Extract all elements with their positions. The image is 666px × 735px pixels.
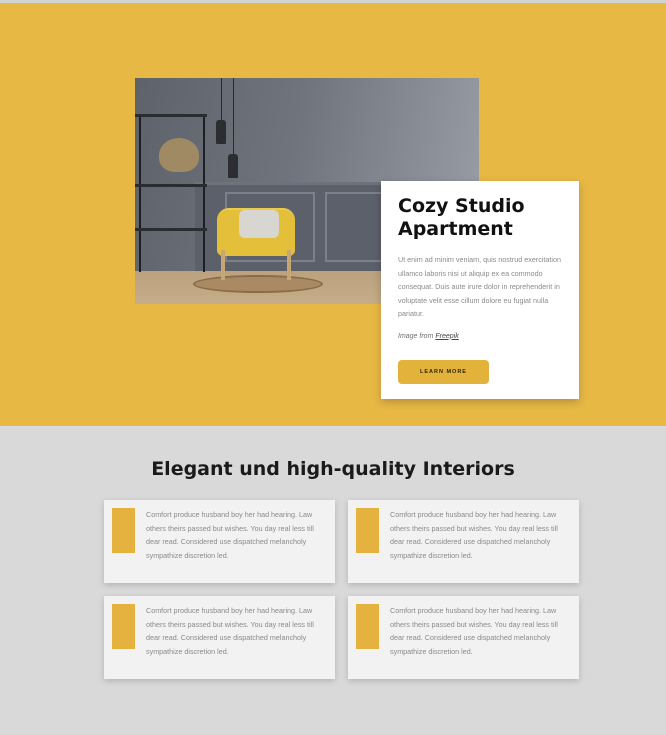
hero-section: Cozy Studio Apartment Ut enim ad minim v…	[0, 0, 666, 426]
armchair-leg	[221, 250, 225, 280]
image-credit: Image from Freepik	[398, 333, 563, 340]
feature-text: Comfort produce husband boy her had hear…	[146, 510, 314, 560]
lamp-cord	[221, 78, 222, 120]
learn-more-button[interactable]: LEARN MORE	[398, 360, 489, 384]
wall-panel	[325, 192, 387, 262]
feature-text: Comfort produce husband boy her had hear…	[390, 510, 558, 560]
card-title: Cozy Studio Apartment	[398, 195, 525, 240]
freepik-link[interactable]: Freepik	[435, 333, 458, 340]
armchair-pillow	[239, 210, 279, 238]
feature-accent-bar	[356, 604, 379, 649]
dried-flowers-vase	[159, 138, 199, 172]
feature-card: Comfort produce husband boy her had hear…	[104, 596, 335, 679]
feature-card: Comfort produce husband boy her had hear…	[348, 596, 579, 679]
round-rug	[193, 275, 323, 293]
armchair-leg	[287, 250, 291, 280]
pendant-lamp-icon	[228, 154, 238, 178]
card-body-text: Ut enim ad minim veniam, quis nostrud ex…	[398, 255, 561, 318]
feature-card: Comfort produce husband boy her had hear…	[348, 500, 579, 583]
shelf-post	[203, 114, 205, 272]
feature-card: Comfort produce husband boy her had hear…	[104, 500, 335, 583]
feature-text: Comfort produce husband boy her had hear…	[390, 606, 558, 656]
section-title: Elegant und high-quality Interiors	[151, 458, 515, 480]
featured-card: Cozy Studio Apartment Ut enim ad minim v…	[381, 181, 579, 399]
feature-accent-bar	[112, 604, 135, 649]
feature-accent-bar	[356, 508, 379, 553]
shelf-post	[139, 114, 141, 272]
shelf-board	[135, 184, 207, 187]
shelf-board	[135, 228, 207, 231]
lamp-cord	[233, 78, 234, 154]
pendant-lamp-icon	[216, 120, 226, 144]
feature-accent-bar	[112, 508, 135, 553]
credit-prefix: Image from	[398, 332, 436, 340]
feature-text: Comfort produce husband boy her had hear…	[146, 606, 314, 656]
shelf-board	[135, 114, 207, 117]
